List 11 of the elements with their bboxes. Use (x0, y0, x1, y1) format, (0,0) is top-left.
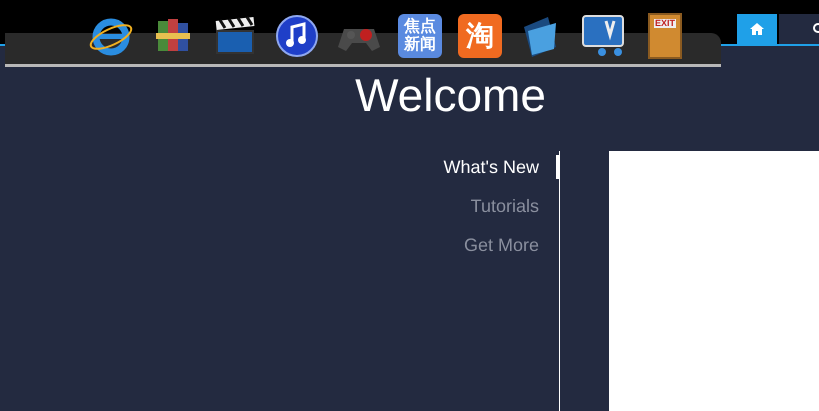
nav-link[interactable]: Tutorials (470, 194, 559, 218)
home-icon (749, 22, 765, 36)
nav-link[interactable]: Get More (464, 233, 559, 257)
search-icon (811, 23, 819, 35)
search-tab[interactable] (779, 14, 819, 44)
nav-link[interactable]: What's New (444, 155, 559, 179)
exit-door-icon[interactable]: EXIT (648, 13, 682, 59)
music-note-icon[interactable] (274, 13, 320, 59)
welcome-title: Welcome (355, 72, 546, 118)
news-icon[interactable]: 焦点新闻 (398, 14, 442, 58)
shop-icon[interactable]: 淘 (458, 14, 502, 58)
